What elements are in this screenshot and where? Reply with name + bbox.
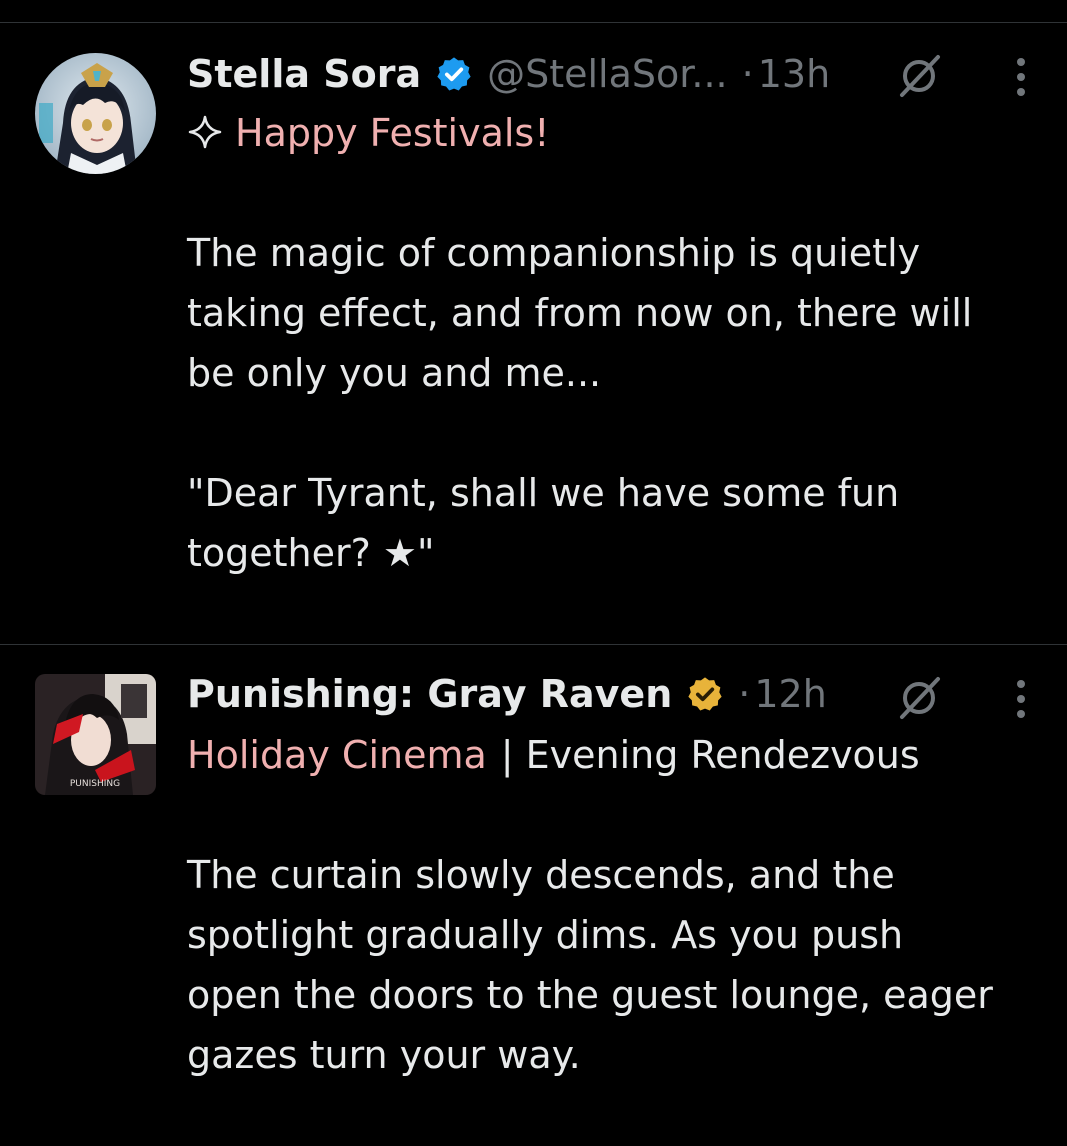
tweet-punishing-gray-raven[interactable]: PUNISHING Punishing: Gray Raven · 12h Ho… [0, 645, 1067, 1146]
highlighted-title: Holiday Cinema [187, 733, 487, 777]
separator: · [738, 672, 751, 716]
text-line: The magic of companionship is quietly [187, 231, 921, 275]
text-line: "Dear Tyrant, shall we have some fun [187, 471, 900, 515]
text-line: be only you and me... [187, 351, 602, 395]
highlighted-title: Happy Festivals! [235, 111, 549, 155]
tweet-header: Punishing: Gray Raven · 12h [187, 672, 827, 716]
text-line: open the doors to the guest lounge, eage… [187, 973, 993, 1017]
separator: · [741, 52, 754, 96]
verified-badge-icon[interactable] [435, 55, 473, 93]
grok-icon[interactable] [896, 675, 942, 721]
highlighted-title-text: Holiday Cinema [187, 733, 487, 777]
avatar-logo-text: PUNISHING [70, 779, 120, 789]
tweet-title-line: Happy Festivals! [187, 103, 1047, 163]
verified-badge-icon[interactable] [686, 675, 724, 713]
handle[interactable]: @StellaSor... [487, 52, 728, 96]
text-line: taking effect, and from now on, there wi… [187, 291, 973, 335]
timestamp[interactable]: 12h [754, 672, 826, 716]
timestamp[interactable]: 13h [758, 52, 830, 96]
tweet-title-line: Holiday Cinema | Evening Rendezvous [187, 725, 1047, 785]
display-name[interactable]: Punishing: Gray Raven [187, 672, 672, 716]
tweet-text: Happy Festivals! The magic of companions… [187, 103, 1047, 583]
grok-icon[interactable] [896, 53, 942, 99]
more-options-icon[interactable] [1006, 678, 1036, 720]
highlighted-title-text: Happy Festivals! [235, 111, 550, 155]
avatar-punishing-gray-raven[interactable]: PUNISHING [35, 674, 156, 795]
avatar-stella-sora[interactable] [35, 53, 156, 174]
tweet-stella-sora[interactable]: Stella Sora @StellaSor... · 13h Happy Fe… [0, 23, 1067, 643]
text-line: gazes turn your way. [187, 1033, 581, 1077]
display-name[interactable]: Stella Sora [187, 52, 421, 96]
tweet-header: Stella Sora @StellaSor... · 13h [187, 52, 830, 96]
text-line: together? ★" [187, 531, 435, 575]
sparkle-icon [188, 115, 222, 149]
more-options-icon[interactable] [1006, 56, 1036, 98]
text-line: spotlight gradually dims. As you push [187, 913, 904, 957]
title-rest: | Evening Rendezvous [500, 733, 920, 777]
tweet-text: Holiday Cinema | Evening Rendezvous The c… [187, 725, 1047, 1085]
text-line: The curtain slowly descends, and the [187, 853, 895, 897]
